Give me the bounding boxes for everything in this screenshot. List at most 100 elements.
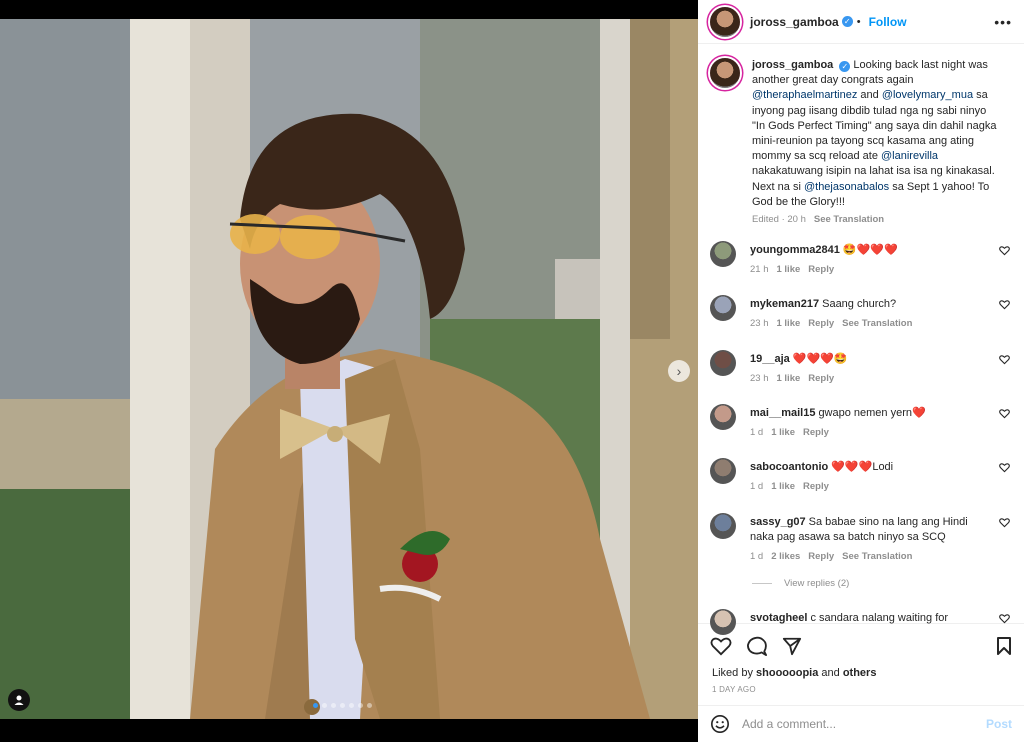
comment-message: 🤩❤️❤️❤️ <box>842 244 898 256</box>
carousel-dot <box>322 703 327 708</box>
comment-body: svotagheel c sandara nalang waiting for <box>750 611 990 635</box>
comment-like-heart-icon[interactable] <box>999 517 1010 528</box>
comment-username[interactable]: youngomma2841 <box>750 244 840 256</box>
comment-text: mai__mail15 gwapo nemen yern❤️ <box>750 406 990 421</box>
post-header: joross_gamboa ✓ • Follow ••• <box>698 0 1024 44</box>
comment-time: 1 d <box>750 481 764 492</box>
comment-username[interactable]: mykeman217 <box>750 298 819 310</box>
likes-prefix: Liked by <box>712 667 757 679</box>
more-options-icon[interactable]: ••• <box>994 14 1012 30</box>
comment-row: sassy_g07 Sa babae sino na lang ang Hindi… <box>710 513 1012 562</box>
comment-like-count[interactable]: 1 like <box>777 318 801 329</box>
comment-like-heart-icon[interactable] <box>999 408 1010 419</box>
comment-like-heart-icon[interactable] <box>999 299 1010 310</box>
comment-message: gwapo nemen yern❤️ <box>818 407 926 419</box>
comment-reply-button[interactable]: Reply <box>803 427 829 438</box>
follow-button[interactable]: Follow <box>869 15 907 29</box>
comment-time: 1 d <box>750 427 764 438</box>
likes-summary: Liked by shooooopia and others <box>698 656 1024 679</box>
caption-body: Looking back last night was another grea… <box>752 59 996 208</box>
view-replies-button[interactable]: View replies (2) <box>752 578 849 589</box>
comment-username[interactable]: sassy_g07 <box>750 516 806 528</box>
comment-like-count[interactable]: 1 like <box>771 427 795 438</box>
author-username[interactable]: joross_gamboa <box>750 15 839 29</box>
comment-like-heart-icon[interactable] <box>999 462 1010 473</box>
caption-see-translation[interactable]: See Translation <box>814 214 884 225</box>
add-comment-bar: Post <box>698 705 1024 742</box>
comment-username[interactable]: svotagheel <box>750 612 807 624</box>
comment-body: youngomma2841 🤩❤️❤️❤️ 21 h 1 like Reply <box>750 243 990 275</box>
bookmark-icon[interactable] <box>996 636 1012 656</box>
tagged-users-button[interactable] <box>8 689 30 711</box>
comment-row: mai__mail15 gwapo nemen yern❤️ 1 d 1 like Re… <box>710 404 1012 438</box>
comment-see-translation[interactable]: See Translation <box>842 551 912 562</box>
comment-text: mykeman217 Saang church? <box>750 297 990 312</box>
caption-mention[interactable]: @theraphaelmartinez <box>752 89 857 101</box>
comment-avatar[interactable] <box>710 513 736 539</box>
comment-text: sabocoantonio ❤️❤️❤️Lodi <box>750 460 990 475</box>
comment-see-translation[interactable]: See Translation <box>842 318 912 329</box>
comment-avatar[interactable] <box>710 404 736 430</box>
carousel-dot <box>313 703 318 708</box>
caption-username[interactable]: joross_gamboa <box>752 59 833 71</box>
comment-row: 19__aja ❤️❤️❤️🤩 23 h 1 like Reply <box>710 350 1012 384</box>
like-heart-icon[interactable] <box>710 636 732 656</box>
comment-avatar[interactable] <box>710 609 736 635</box>
comment-username[interactable]: sabocoantonio <box>750 461 828 473</box>
comment-avatar[interactable] <box>710 350 736 376</box>
comment-like-heart-icon[interactable] <box>999 245 1010 256</box>
comment-row: mykeman217 Saang church? 23 h 1 like Reply Se… <box>710 295 1012 329</box>
emoji-icon[interactable] <box>710 714 730 734</box>
comment-time: 23 h <box>750 373 769 384</box>
comment-like-count[interactable]: 2 likes <box>771 551 800 562</box>
caption-text-segment: and <box>857 89 882 102</box>
comment-time: 21 h <box>750 264 769 275</box>
caption: joross_gamboa ✓ Looking back last night w… <box>710 58 1012 225</box>
comment-username[interactable]: mai__mail15 <box>750 407 815 419</box>
comment-message: c sandara nalang waiting for <box>810 612 949 624</box>
likes-user[interactable]: shooooopia <box>756 667 818 679</box>
comment-icon[interactable] <box>746 636 768 656</box>
comment-reply-button[interactable]: Reply <box>808 551 834 562</box>
comment-like-heart-icon[interactable] <box>999 354 1010 365</box>
share-icon[interactable] <box>782 636 802 656</box>
comment-reply-button[interactable]: Reply <box>803 481 829 492</box>
comment-body: sabocoantonio ❤️❤️❤️Lodi 1 d 1 like Reply <box>750 460 990 492</box>
caption-mention[interactable]: @lovelymary_mua <box>882 89 973 101</box>
carousel-next-button[interactable]: › <box>668 360 690 382</box>
comment-time: 23 h <box>750 318 769 329</box>
comment-row: svotagheel c sandara nalang waiting for <box>710 609 1012 635</box>
comment-meta: 1 d 1 like Reply <box>750 427 990 438</box>
caption-avatar[interactable] <box>710 58 740 88</box>
comment-like-count[interactable]: 1 like <box>777 264 801 275</box>
comment-avatar[interactable] <box>710 295 736 321</box>
comment-message: ❤️❤️❤️🤩 <box>792 353 848 365</box>
comment-reply-button[interactable]: Reply <box>808 264 834 275</box>
post-comment-button[interactable]: Post <box>986 717 1012 731</box>
action-bar: Liked by shooooopia and others 1 DAY AGO <box>698 623 1024 705</box>
author-avatar[interactable] <box>710 6 740 37</box>
comment-reply-button[interactable]: Reply <box>808 318 834 329</box>
comment-like-count[interactable]: 1 like <box>777 373 801 384</box>
post-media: › <box>0 0 698 742</box>
comment-avatar[interactable] <box>710 241 736 267</box>
view-replies-line <box>752 583 772 584</box>
add-comment-input[interactable] <box>742 717 986 731</box>
comment-avatar[interactable] <box>710 458 736 484</box>
post-date[interactable]: 1 DAY AGO <box>698 679 1024 694</box>
comment-body: mai__mail15 gwapo nemen yern❤️ 1 d 1 like Re… <box>750 406 990 438</box>
comment-username[interactable]: 19__aja <box>750 353 790 365</box>
comment-body: mykeman217 Saang church? 23 h 1 like Reply Se… <box>750 297 990 329</box>
comment-row: youngomma2841 🤩❤️❤️❤️ 21 h 1 like Reply <box>710 241 1012 275</box>
comment-meta: 1 d 1 like Reply <box>750 481 990 492</box>
comment-message: ❤️❤️❤️Lodi <box>831 461 894 473</box>
likes-others[interactable]: others <box>843 667 877 679</box>
verified-badge-icon: ✓ <box>839 61 851 72</box>
comment-meta: 23 h 1 like Reply <box>750 373 990 384</box>
post-photo[interactable] <box>0 19 698 719</box>
comment-reply-button[interactable]: Reply <box>808 373 834 384</box>
caption-mention[interactable]: @thejasonabalos <box>804 181 889 193</box>
comment-like-heart-icon[interactable] <box>999 613 1010 624</box>
comment-like-count[interactable]: 1 like <box>771 481 795 492</box>
caption-mention[interactable]: @lanirevilla <box>881 150 938 162</box>
